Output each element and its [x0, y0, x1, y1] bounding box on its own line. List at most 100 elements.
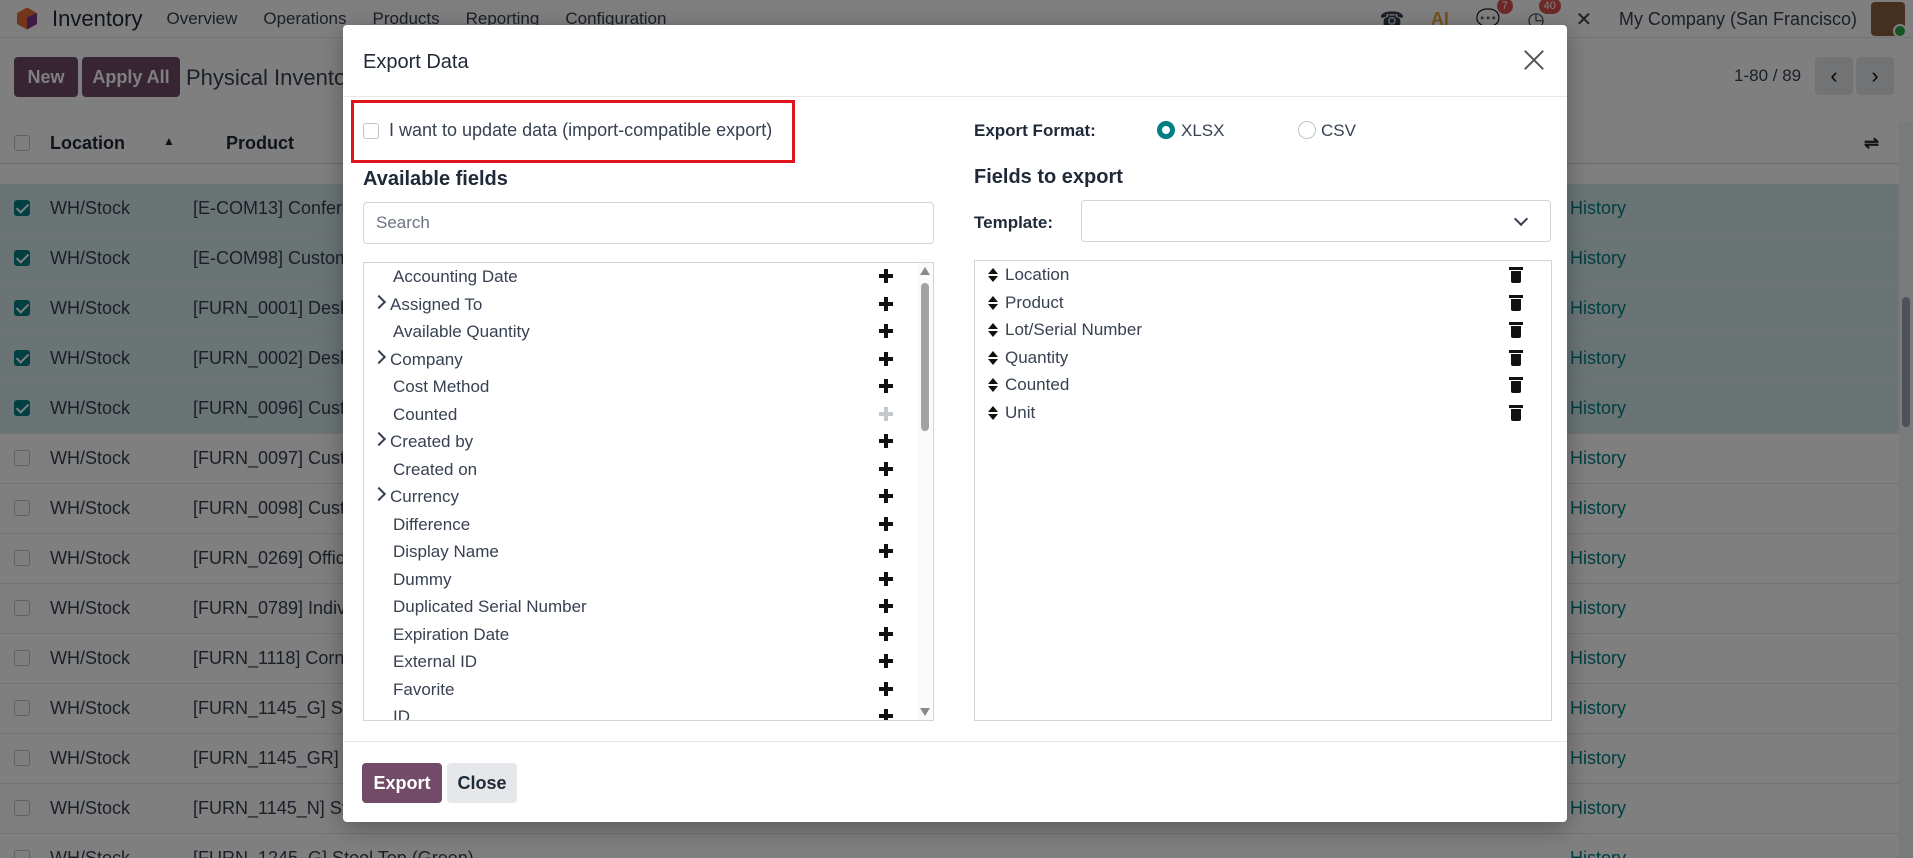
export-field-item[interactable]: Location — [975, 262, 1545, 289]
field-name: Accounting Date — [393, 267, 518, 286]
export-field-item[interactable]: Product — [975, 290, 1545, 317]
drag-handle-icon[interactable] — [988, 404, 998, 422]
chevron-right-icon[interactable] — [371, 431, 387, 447]
fields-to-export-list: Location Product Lot/Serial Number Quantity… — [974, 260, 1552, 721]
available-field-item[interactable]: Available Quantity — [364, 319, 919, 346]
csv-radio[interactable] — [1298, 121, 1316, 139]
export-field-name: Product — [1005, 292, 1064, 312]
drag-handle-icon[interactable] — [988, 294, 998, 312]
field-name: ID — [393, 707, 410, 721]
chevron-right-icon[interactable] — [371, 486, 387, 502]
field-name: Display Name — [393, 542, 499, 561]
plus-icon[interactable] — [879, 296, 893, 311]
trash-icon[interactable] — [1509, 294, 1523, 311]
chevron-right-icon[interactable] — [371, 294, 387, 309]
plus-icon[interactable] — [879, 544, 893, 558]
trash-icon[interactable] — [1509, 404, 1523, 421]
export-field-name: Quantity — [1005, 347, 1069, 367]
dialog-title: Export Data — [363, 51, 469, 73]
available-field-item[interactable]: Created by — [364, 429, 919, 456]
available-field-item[interactable]: External ID — [364, 649, 919, 676]
field-name: Company — [390, 349, 463, 369]
available-field-item[interactable]: Company — [364, 347, 919, 374]
fields-to-export-title: Fields to export — [974, 166, 1123, 188]
export-field-name: Unit — [1005, 402, 1036, 422]
template-label: Template: — [974, 213, 1054, 232]
export-field-item[interactable]: Unit — [975, 400, 1545, 427]
field-name: Available Quantity — [393, 322, 530, 341]
available-fields-list: Accounting Date Assigned To Available Quan… — [363, 262, 934, 721]
available-field-item[interactable]: Created on — [364, 457, 919, 484]
plus-icon — [879, 406, 893, 421]
fields-scrollbar[interactable] — [917, 263, 933, 720]
available-field-item[interactable]: Cost Method — [364, 374, 919, 401]
plus-icon[interactable] — [879, 461, 893, 476]
plus-icon[interactable] — [879, 654, 893, 668]
import-compatible-checkbox[interactable] — [363, 123, 379, 139]
trash-icon[interactable] — [1509, 376, 1523, 393]
field-name: Difference — [393, 514, 471, 534]
scroll-down-icon — [920, 708, 930, 716]
available-field-item[interactable]: Expiration Date — [364, 622, 919, 649]
drag-handle-icon[interactable] — [988, 349, 998, 367]
field-name: Cost Method — [393, 377, 490, 396]
available-field-item[interactable]: Counted — [364, 402, 919, 429]
export-button[interactable]: Export — [362, 763, 442, 803]
trash-icon[interactable] — [1509, 321, 1523, 338]
field-name: Created on — [393, 459, 478, 479]
import-compatible-label[interactable]: I want to update data (import-compatible… — [389, 120, 772, 141]
available-field-item[interactable]: Dummy — [364, 567, 919, 594]
available-field-item[interactable]: Currency — [364, 484, 919, 511]
available-field-item[interactable]: Duplicated Serial Number — [364, 594, 919, 621]
plus-icon[interactable] — [879, 269, 893, 283]
plus-icon[interactable] — [879, 599, 893, 613]
plus-icon[interactable] — [879, 516, 893, 531]
field-name: Created by — [390, 432, 474, 451]
available-field-item[interactable]: ID — [364, 704, 919, 721]
available-field-item[interactable]: Display Name — [364, 539, 919, 566]
xlsx-label[interactable]: XLSX — [1181, 121, 1224, 141]
plus-icon[interactable] — [879, 324, 893, 338]
trash-icon[interactable] — [1509, 349, 1523, 366]
xlsx-radio[interactable] — [1157, 121, 1175, 139]
field-name: Counted — [393, 404, 458, 424]
plus-icon[interactable] — [879, 379, 893, 393]
plus-icon[interactable] — [879, 681, 893, 696]
scroll-up-icon — [920, 267, 930, 275]
dialog-header: Export Data — [343, 25, 1567, 97]
available-field-item[interactable]: Difference — [364, 512, 919, 539]
field-name: Assigned To — [390, 294, 483, 314]
available-field-item[interactable]: Accounting Date — [364, 264, 919, 291]
export-field-item[interactable]: Quantity — [975, 345, 1545, 372]
drag-handle-icon[interactable] — [988, 321, 998, 339]
field-name: Favorite — [393, 679, 455, 699]
csv-label[interactable]: CSV — [1321, 121, 1356, 141]
export-field-item[interactable]: Counted — [975, 372, 1545, 399]
export-field-name: Location — [1005, 265, 1070, 284]
chevron-down-icon — [1513, 211, 1529, 227]
plus-icon[interactable] — [879, 489, 893, 503]
field-name: Dummy — [393, 569, 452, 589]
available-field-item[interactable]: Assigned To — [364, 292, 919, 319]
close-button[interactable]: Close — [447, 763, 517, 803]
template-select[interactable] — [1081, 200, 1551, 242]
plus-icon[interactable] — [879, 351, 893, 366]
drag-handle-icon[interactable] — [988, 376, 998, 394]
search-input[interactable] — [363, 202, 934, 244]
available-field-item[interactable]: Favorite — [364, 677, 919, 704]
export-format-label: Export Format: — [974, 121, 1096, 140]
drag-handle-icon[interactable] — [988, 266, 998, 284]
plus-icon[interactable] — [879, 626, 893, 641]
plus-icon[interactable] — [879, 571, 893, 586]
export-field-item[interactable]: Lot/Serial Number — [975, 317, 1545, 344]
plus-icon[interactable] — [879, 434, 893, 448]
field-name: Expiration Date — [393, 624, 510, 644]
dialog-footer: Export Close — [343, 741, 1567, 822]
export-field-name: Counted — [1005, 375, 1070, 394]
chevron-right-icon[interactable] — [371, 349, 387, 364]
field-name: Currency — [390, 487, 459, 506]
plus-icon[interactable] — [879, 709, 893, 720]
available-fields-title: Available fields — [363, 168, 508, 190]
trash-icon[interactable] — [1509, 266, 1523, 283]
close-icon[interactable] — [1521, 47, 1547, 73]
